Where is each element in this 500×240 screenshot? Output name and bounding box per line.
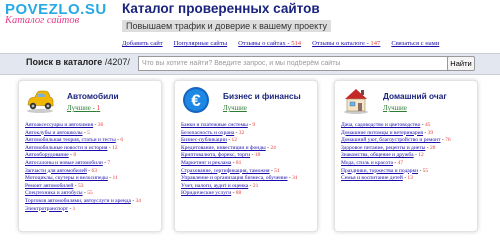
search-bar: Поиск в каталоге /4207/ Найти [0, 53, 500, 75]
list-item[interactable]: Знакомства, общение и дружба - 12 [341, 152, 475, 160]
catalog-reviews-count: 147 [370, 40, 381, 47]
list-item[interactable]: Мода, стиль и красота - 47 [341, 160, 475, 168]
popular-sites-link[interactable]: Популярные сайты [174, 40, 228, 47]
site-reviews-count: 514 [291, 40, 302, 47]
list-item[interactable]: Автосалоны и новые автомобили - 7 [25, 160, 159, 168]
search-button[interactable]: Найти [447, 56, 475, 71]
list-item[interactable]: Криптовалюта, форекс, торги - 18 [181, 152, 315, 160]
slogan-banner: Повышаем трафик и доверие к вашему проек… [122, 20, 331, 32]
list-item[interactable]: Запчасти для автомобилей - 63 [25, 168, 159, 176]
list-item[interactable]: Страхование, сертификация, таможня - 51 [181, 168, 315, 176]
subcategory-list: Автоаксессуары и автохимия - 36 Автоклуб… [25, 122, 159, 213]
site-logo-subtitle[interactable]: Каталог сайтов [5, 15, 79, 26]
category-title: Автомобили [67, 91, 119, 101]
list-item[interactable]: Домашние питомцы и ветеринария - 39 [341, 130, 475, 138]
list-item[interactable]: Автоаксессуары и автохимия - 36 [25, 122, 159, 130]
list-item[interactable]: Автомобильная теория, статьи и тесты - 6 [25, 137, 159, 145]
subcategory-list: Дача, садоводство и цветоводство - 45 До… [341, 122, 475, 183]
category-title: Домашний очаг [383, 91, 447, 101]
list-item[interactable]: Мотоциклы, скутеры и велосипеды - 11 [25, 175, 159, 183]
list-item[interactable]: Юридические услуги - 88 [181, 190, 315, 198]
list-item[interactable]: Торговля автомобилями, автоуслуги и арен… [25, 198, 159, 206]
list-item[interactable]: Здоровое питание, рецепты и диеты - 28 [341, 145, 475, 153]
add-site-link[interactable]: Добавить сайт [122, 40, 163, 47]
site-reviews-link[interactable]: Отзывы о сайтах - 514 [238, 40, 301, 47]
list-item[interactable]: Автооборудование - 8 [25, 152, 159, 160]
list-item[interactable]: Кредитование, инвестиции и фонды - 24 [181, 145, 315, 153]
list-item[interactable]: Ремонт автомобилей - 53 [25, 183, 159, 191]
best-link[interactable]: Лучшие [223, 104, 247, 112]
list-item[interactable]: Маркетинг и реклама - 81 [181, 160, 315, 168]
car-icon [27, 90, 54, 113]
page-title: Каталог проверенных сайтов [122, 1, 320, 16]
list-item[interactable]: Управление и организация бизнеса, обучен… [181, 175, 315, 183]
search-input[interactable] [138, 56, 449, 71]
search-label: Поиск в каталоге /4207/ [26, 57, 130, 67]
house-icon [344, 89, 368, 114]
euro-icon: € [183, 87, 209, 113]
list-item[interactable]: Спецтехника и автобусы - 55 [25, 190, 159, 198]
category-card-home: Домашний очаг Лучшие Дача, садоводство и… [334, 80, 478, 232]
catalog-reviews-link[interactable]: Отзывы о каталоге - 147 [312, 40, 380, 47]
list-item[interactable]: Праздники, торжества и подарки - 55 [341, 168, 475, 176]
list-item[interactable]: Автомобильные новости и история - 12 [25, 145, 159, 153]
list-item[interactable]: Семья и воспитание детей - 13 [341, 175, 475, 183]
category-card-auto: Автомобили Лучшие - 1 Автоаксессуары и а… [18, 80, 162, 232]
list-item[interactable]: Домашний уют, благоустройство и ремонт -… [341, 137, 475, 145]
list-item[interactable]: Учет, налоги, аудит и оценка - 21 [181, 183, 315, 191]
contact-link[interactable]: Связаться с нами [391, 40, 439, 47]
list-item[interactable]: Электротранспорт - 1 [25, 206, 159, 214]
list-item[interactable]: Бизнес-публикации - 12 [181, 137, 315, 145]
category-card-business: € Бизнес и финансы Лучшие Банки и платеж… [174, 80, 318, 232]
best-link[interactable]: Лучшие - 1 [67, 104, 100, 112]
category-title: Бизнес и финансы [223, 91, 301, 101]
list-item[interactable]: Автоклубы и автошколы - 5 [25, 130, 159, 138]
catalog-count: /4207/ [104, 57, 130, 67]
best-link[interactable]: Лучшие [383, 104, 407, 112]
subcategory-list: Банки и платежные системы - 9 Безопаснос… [181, 122, 315, 198]
list-item[interactable]: Безопасность и охрана - 32 [181, 130, 315, 138]
top-nav: Добавить сайт Популярные сайты Отзывы о са… [122, 40, 450, 47]
header: POVEZLO.SU Каталог сайтов Каталог провер… [0, 0, 500, 52]
list-item[interactable]: Банки и платежные системы - 9 [181, 122, 315, 130]
svg-text:€: € [191, 91, 201, 110]
list-item[interactable]: Дача, садоводство и цветоводство - 45 [341, 122, 475, 130]
